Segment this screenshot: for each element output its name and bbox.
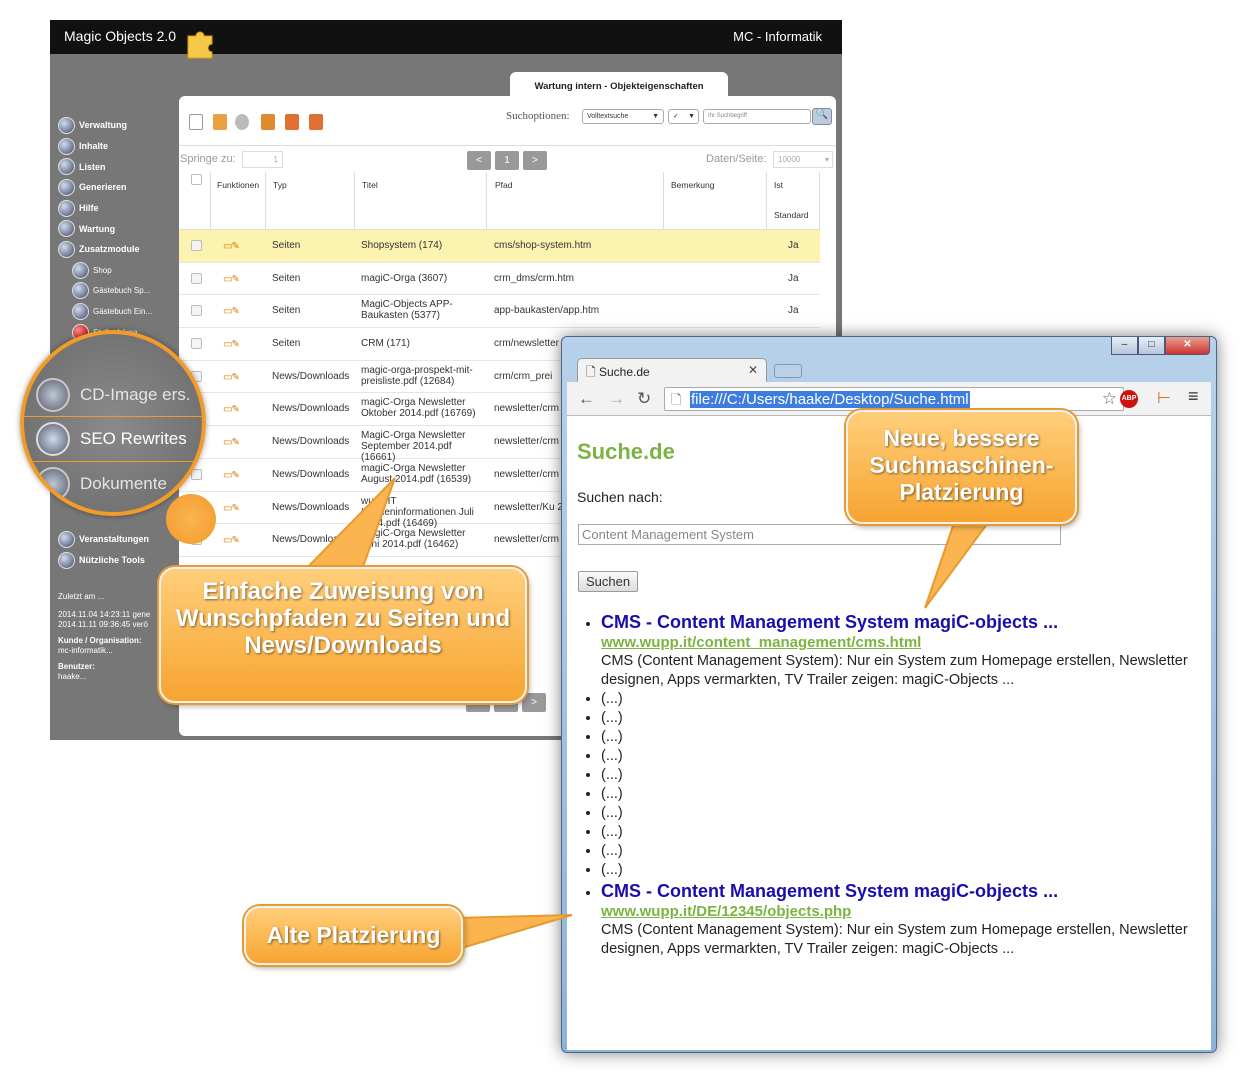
callout-tail-paths: [297, 477, 396, 576]
callout-new-ranking: Neue, bessere Suchmaschinen-Platzierung: [846, 410, 1077, 524]
callout-tails: [297, 477, 992, 952]
callout-paths: Einfache Zuweisung von Wunschpfaden zu S…: [159, 567, 527, 703]
callout-tail-new: [924, 519, 992, 609]
callout-old-ranking: Alte Platzierung: [244, 906, 463, 965]
callout-tail-old: [454, 914, 573, 952]
